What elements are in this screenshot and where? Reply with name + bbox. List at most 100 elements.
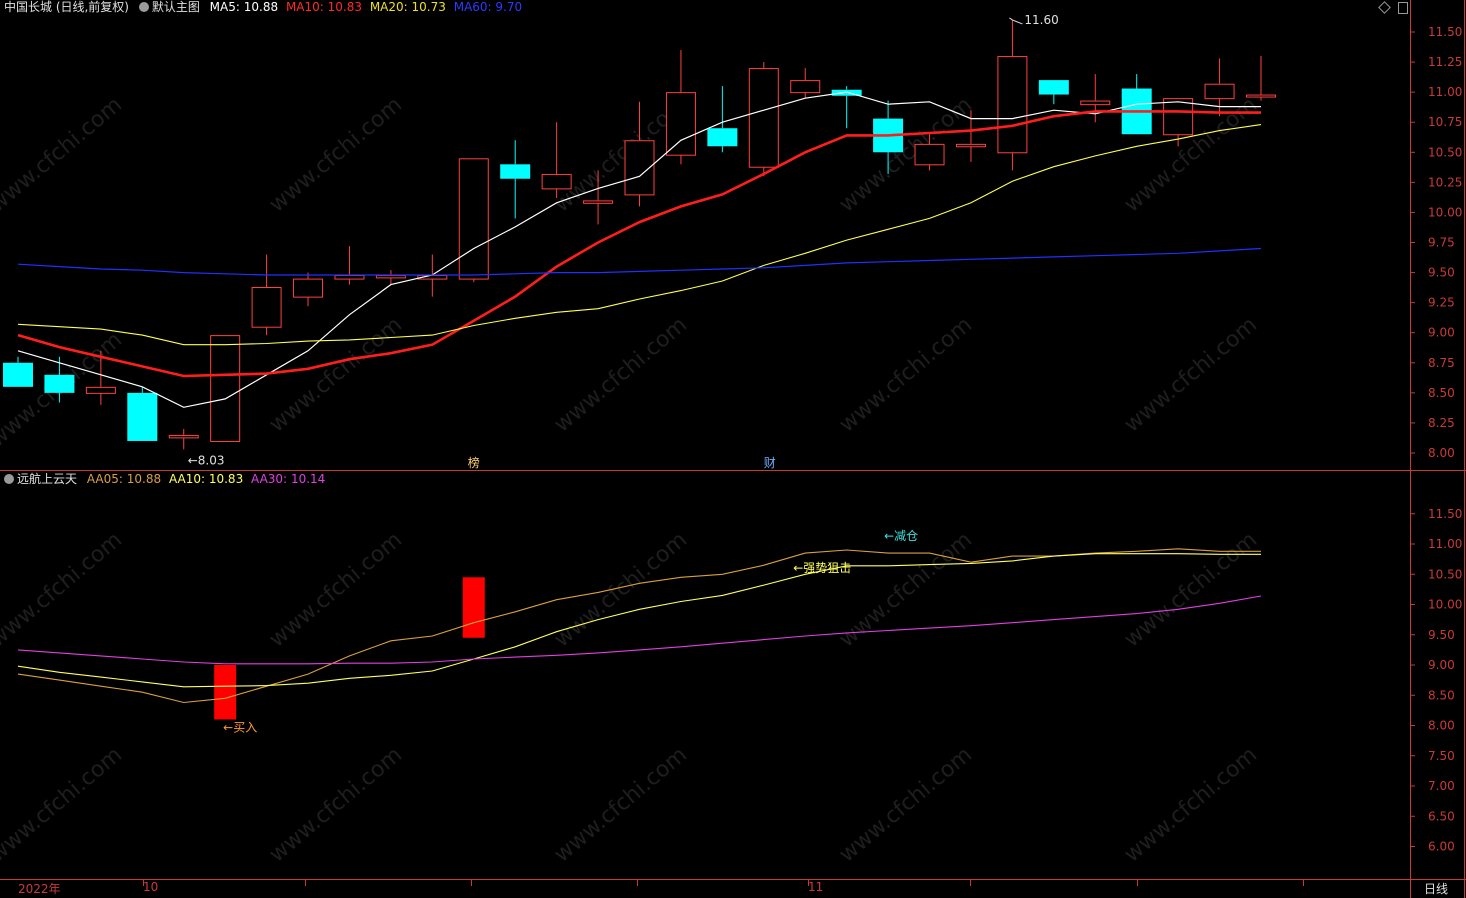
chart-canvas: www.cfchi.com www.cfchi.com www.cfchi.com w… bbox=[0, 0, 1466, 898]
event-marker-bang: 榜 bbox=[468, 455, 480, 470]
candle bbox=[251, 254, 282, 336]
sub-tick-label: 8.50 bbox=[1428, 688, 1455, 702]
sub-tick-label: 7.00 bbox=[1428, 779, 1455, 793]
candle bbox=[210, 335, 241, 442]
candle bbox=[1080, 74, 1111, 123]
month-10-label: 10 bbox=[143, 880, 159, 894]
candle-body-up bbox=[997, 56, 1028, 154]
sub-tick-label: 10.00 bbox=[1428, 598, 1462, 612]
candle-body-down bbox=[3, 362, 33, 387]
indicator-name[interactable]: 远航上云天 bbox=[17, 472, 77, 486]
candle-body-up bbox=[251, 287, 282, 328]
stock-title[interactable]: 中国长城 (日线,前复权) bbox=[4, 0, 129, 14]
price-tick-label: 10.25 bbox=[1428, 175, 1462, 189]
aa05-value: 10.88 bbox=[126, 472, 162, 486]
candle bbox=[790, 68, 821, 99]
sub-tick-label: 8.00 bbox=[1428, 719, 1455, 733]
watermark-text: www.cfchi.com bbox=[550, 527, 692, 652]
watermark-text: www.cfchi.com bbox=[0, 92, 127, 217]
ma20-label: MA20: bbox=[369, 0, 408, 14]
price-tick-label: 9.00 bbox=[1428, 326, 1455, 340]
high-price-arrow bbox=[1009, 17, 1023, 25]
price-tick-label: 8.00 bbox=[1428, 446, 1455, 460]
candle-body-up bbox=[85, 386, 116, 394]
sub-tick-label: 7.50 bbox=[1428, 749, 1455, 763]
candle bbox=[458, 158, 489, 283]
sub-tick-label: 11.50 bbox=[1428, 507, 1462, 521]
candle-body-up bbox=[334, 274, 365, 280]
candle-body-up bbox=[1163, 98, 1194, 136]
watermark-text: www.cfchi.com bbox=[835, 527, 977, 652]
watermark-text: www.cfchi.com bbox=[835, 312, 977, 437]
ma5-label: MA5: bbox=[209, 0, 240, 14]
watermark-text: www.cfchi.com bbox=[0, 527, 127, 652]
aa30-value: 10.14 bbox=[290, 472, 326, 486]
low-price-label: ←8.03 bbox=[188, 453, 225, 467]
indicator-line-aa30 bbox=[17, 595, 1262, 665]
candle-body-up bbox=[1204, 83, 1235, 100]
candle-body-up bbox=[293, 278, 324, 298]
price-tick-label: 11.50 bbox=[1428, 25, 1462, 39]
ma60-value: 9.70 bbox=[495, 0, 523, 14]
candle-body-up bbox=[955, 143, 986, 148]
panel-switch-icon[interactable] bbox=[138, 2, 149, 12]
watermark-text: www.cfchi.com bbox=[265, 742, 407, 867]
candle bbox=[997, 19, 1028, 171]
buy-signal-label: ←买入 bbox=[223, 720, 257, 734]
candle-body-up bbox=[748, 68, 779, 168]
watermark-text: www.cfchi.com bbox=[1120, 527, 1262, 652]
sub-tick-label: 6.50 bbox=[1428, 809, 1455, 823]
high-price-label: 11.60 bbox=[1024, 13, 1058, 27]
event-marker-cai: 财 bbox=[764, 456, 776, 470]
ma20-value: 10.73 bbox=[411, 0, 446, 14]
candle-body-down bbox=[127, 392, 158, 441]
watermark-text: www.cfchi.com bbox=[835, 92, 977, 217]
candle-body-up bbox=[1246, 94, 1276, 98]
sub-tick-label: 11.00 bbox=[1428, 537, 1462, 551]
candle-body-up bbox=[665, 92, 696, 156]
candle bbox=[541, 122, 572, 198]
main-header: 中国长城 (日线,前复权) 默认主图 MA5: 10.88 MA10: 10.8… bbox=[4, 0, 526, 15]
aa10-value: 10.83 bbox=[208, 472, 244, 486]
sub-tick-label: 9.50 bbox=[1428, 628, 1455, 642]
candle bbox=[334, 246, 365, 285]
candle bbox=[500, 140, 531, 219]
ma60-label: MA60: bbox=[453, 0, 492, 14]
price-tick-label: 10.00 bbox=[1428, 205, 1462, 219]
price-tick-label: 10.50 bbox=[1428, 145, 1462, 159]
panel-name[interactable]: 默认主图 bbox=[152, 0, 200, 14]
price-tick-label: 9.50 bbox=[1428, 266, 1455, 280]
sub-header: 远航上云天 AA05: 10.88 AA10: 10.83 AA30: 10.1… bbox=[4, 471, 329, 487]
aa05-label: AA05: bbox=[86, 472, 123, 486]
aa10-label: AA10: bbox=[168, 472, 206, 486]
ma10-label: MA10: bbox=[285, 0, 324, 14]
price-tick-label: 10.75 bbox=[1428, 115, 1462, 129]
candle bbox=[665, 50, 696, 165]
price-tick-label: 8.25 bbox=[1428, 416, 1455, 430]
candle-body-up bbox=[541, 173, 572, 190]
candle bbox=[3, 356, 33, 387]
candle bbox=[1246, 56, 1276, 101]
candle bbox=[748, 62, 779, 177]
watermark-text: www.cfchi.com bbox=[265, 527, 407, 652]
candle bbox=[127, 386, 158, 441]
candle-body-down bbox=[707, 128, 738, 147]
ma-line-ma60 bbox=[17, 247, 1262, 276]
watermark-text: www.cfchi.com bbox=[1120, 742, 1262, 867]
period-button[interactable]: 日线 bbox=[1424, 880, 1448, 897]
candle-body-down bbox=[500, 164, 531, 179]
signal-bar bbox=[462, 577, 485, 638]
indicator-switch-icon[interactable] bbox=[4, 474, 14, 484]
watermark-text: www.cfchi.com bbox=[1120, 312, 1262, 437]
ma5-value: 10.88 bbox=[243, 0, 279, 14]
price-tick-label: 9.75 bbox=[1428, 236, 1455, 250]
price-tick-label: 8.75 bbox=[1428, 356, 1455, 370]
scroll-stub-icon[interactable] bbox=[1398, 2, 1408, 14]
price-tick-label: 9.25 bbox=[1428, 296, 1455, 310]
watermark-text: www.cfchi.com bbox=[550, 312, 692, 437]
candle-body-up bbox=[168, 434, 199, 439]
price-tick-label: 8.50 bbox=[1428, 386, 1455, 400]
sub-tick-label: 6.00 bbox=[1428, 840, 1455, 854]
candle bbox=[1038, 80, 1069, 105]
watermark-text: www.cfchi.com bbox=[550, 742, 692, 867]
